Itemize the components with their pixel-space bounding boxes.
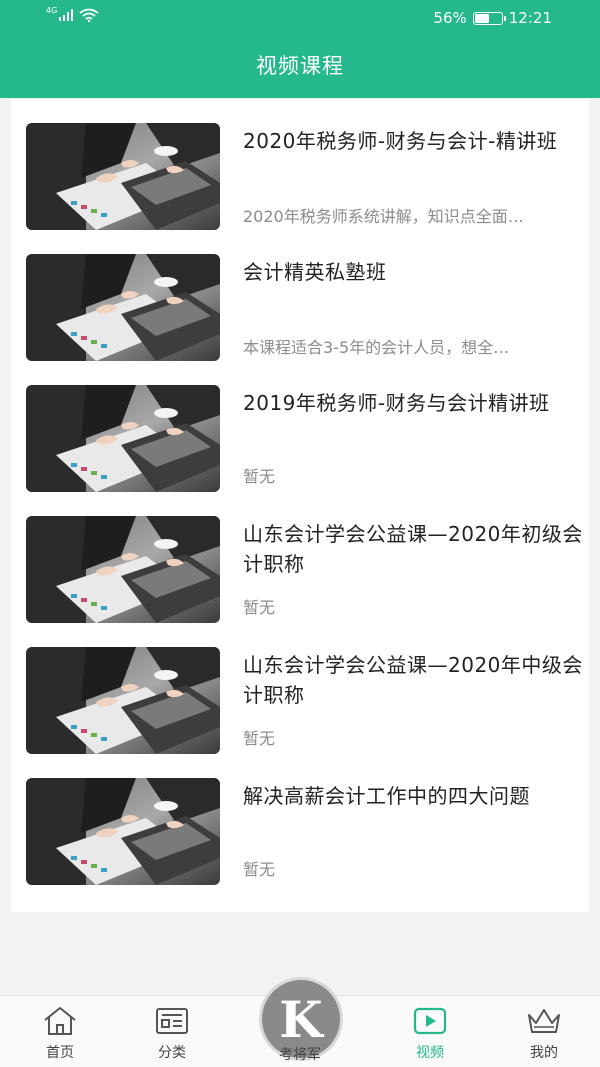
course-item[interactable]: 2019年税务师-财务与会计精讲班 暂无 (11, 361, 589, 492)
page-title: 视频课程 (256, 54, 344, 78)
course-thumbnail (26, 385, 220, 492)
center-tab-label: 考将军 (279, 1047, 321, 1063)
course-thumbnail (26, 778, 220, 885)
header-bar: 4G 56% 12:21 视频课程 (0, 0, 600, 98)
category-icon (156, 1008, 188, 1034)
tab-video[interactable]: 视频 (370, 996, 490, 1067)
course-description: 本课程适合3-5年的会计人员，想全… (243, 338, 510, 357)
course-thumbnail (26, 254, 220, 361)
course-item[interactable]: 山东会计学会公益课—2020年中级会计职称 暂无 (11, 623, 589, 754)
course-description: 暂无 (243, 467, 276, 486)
status-bar: 4G 56% 12:21 (0, 0, 600, 36)
course-item[interactable]: 解决高薪会计工作中的四大问题 暂无 (11, 754, 589, 885)
course-description: 暂无 (243, 598, 276, 617)
course-title: 山东会计学会公益课—2020年初级会计职称 (243, 522, 583, 576)
course-title: 2019年税务师-财务与会计精讲班 (243, 391, 550, 415)
course-item[interactable]: 山东会计学会公益课—2020年初级会计职称 暂无 (11, 492, 589, 623)
wifi-icon (79, 8, 99, 22)
tab-mine[interactable]: 我的 (484, 996, 600, 1067)
tab-label: 我的 (530, 1045, 558, 1061)
tab-label: 视频 (416, 1045, 444, 1061)
battery-icon (472, 11, 506, 25)
course-item[interactable]: 会计精英私塾班 本课程适合3-5年的会计人员，想全… (11, 230, 589, 361)
course-description: 暂无 (243, 729, 276, 748)
tab-category[interactable]: 分类 (112, 996, 232, 1067)
course-title: 2020年税务师-财务与会计-精讲班 (243, 129, 558, 153)
course-thumbnail (26, 123, 220, 230)
course-title: 会计精英私塾班 (243, 260, 387, 284)
course-thumbnail (26, 647, 220, 754)
tab-label: 分类 (158, 1045, 186, 1061)
course-description: 2020年税务师系统讲解，知识点全面… (243, 207, 524, 226)
home-icon (44, 1007, 76, 1035)
course-title: 山东会计学会公益课—2020年中级会计职称 (243, 653, 583, 707)
play-video-icon (413, 1007, 447, 1035)
course-item[interactable]: 2020年税务师-财务与会计-精讲班 2020年税务师系统讲解，知识点全面… (11, 99, 589, 230)
signal-icon (59, 9, 74, 21)
clock: 12:21 (508, 9, 552, 27)
crown-icon (528, 1009, 560, 1033)
course-list: 2020年税务师-财务与会计-精讲班 2020年税务师系统讲解，知识点全面… 会… (11, 99, 589, 912)
course-title: 解决高薪会计工作中的四大问题 (243, 784, 530, 808)
network-type: 4G (46, 5, 58, 15)
battery-level (474, 13, 490, 23)
course-thumbnail (26, 516, 220, 623)
tab-label: 首页 (46, 1045, 74, 1061)
course-description: 暂无 (243, 860, 276, 879)
tab-home[interactable]: 首页 (0, 996, 120, 1067)
battery-percent: 56% (433, 9, 467, 27)
